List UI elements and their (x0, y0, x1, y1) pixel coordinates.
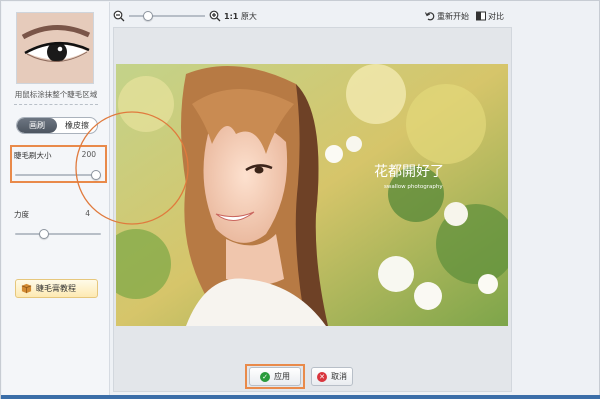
compare-label: 对比 (488, 11, 504, 21)
editing-canvas[interactable]: 花都開好了 swallow photography (75, 27, 512, 392)
brush-mode-button[interactable]: 画刷 (17, 118, 57, 133)
watermark-title: 花都開好了 (374, 164, 444, 180)
zoom-slider[interactable] (129, 10, 205, 22)
strength-slider-track[interactable] (15, 233, 101, 235)
status-strip (1, 395, 600, 399)
mascara-tutorial-button[interactable]: 睫毛膏教程 (15, 279, 98, 298)
ratio-value: 1:1 (224, 11, 239, 21)
strength-slider-handle[interactable] (39, 229, 49, 239)
cancel-button[interactable]: ✕ 取消 (311, 367, 353, 386)
brush-size-label: 睫毛刷大小 (14, 151, 52, 160)
eye-preview-image (16, 12, 94, 84)
apply-label: 应用 (274, 372, 290, 381)
brush-hint: 用鼠标涂抹整个睫毛区域 (14, 90, 98, 99)
mascara-dialog: 用鼠标涂抹整个睫毛区域 画刷 橡皮擦 睫毛刷大小 200 力度 4 睫毛膏教程 (0, 0, 600, 399)
zoom-out-icon[interactable] (113, 10, 125, 22)
zoom-slider-handle[interactable] (143, 11, 153, 21)
close-icon: ✕ (317, 371, 327, 382)
cancel-label: 取消 (331, 372, 347, 381)
compare-icon (476, 11, 486, 21)
ratio-text: 原大 (240, 11, 257, 21)
reset-label: 重新开始 (437, 11, 469, 21)
actual-size-button[interactable]: 1:1 原大 (224, 11, 257, 22)
undo-icon (425, 12, 435, 21)
tutorial-label: 睫毛膏教程 (36, 284, 76, 293)
brush-cursor-circle (75, 111, 189, 225)
box-icon (21, 283, 32, 294)
zoom-toolbar: 1:1 原大 (113, 7, 257, 25)
apply-button[interactable]: ✓ 应用 (249, 367, 301, 386)
view-tools: 重新开始 对比 (425, 7, 504, 25)
zoom-slider-track[interactable] (129, 15, 205, 17)
divider (14, 104, 98, 105)
watermark-subtitle: swallow photography (384, 184, 443, 190)
reset-button[interactable]: 重新开始 (425, 11, 469, 22)
compare-button[interactable]: 对比 (476, 11, 504, 22)
zoom-in-icon[interactable] (209, 10, 221, 22)
strength-label: 力度 (14, 210, 29, 219)
check-icon: ✓ (260, 371, 270, 382)
